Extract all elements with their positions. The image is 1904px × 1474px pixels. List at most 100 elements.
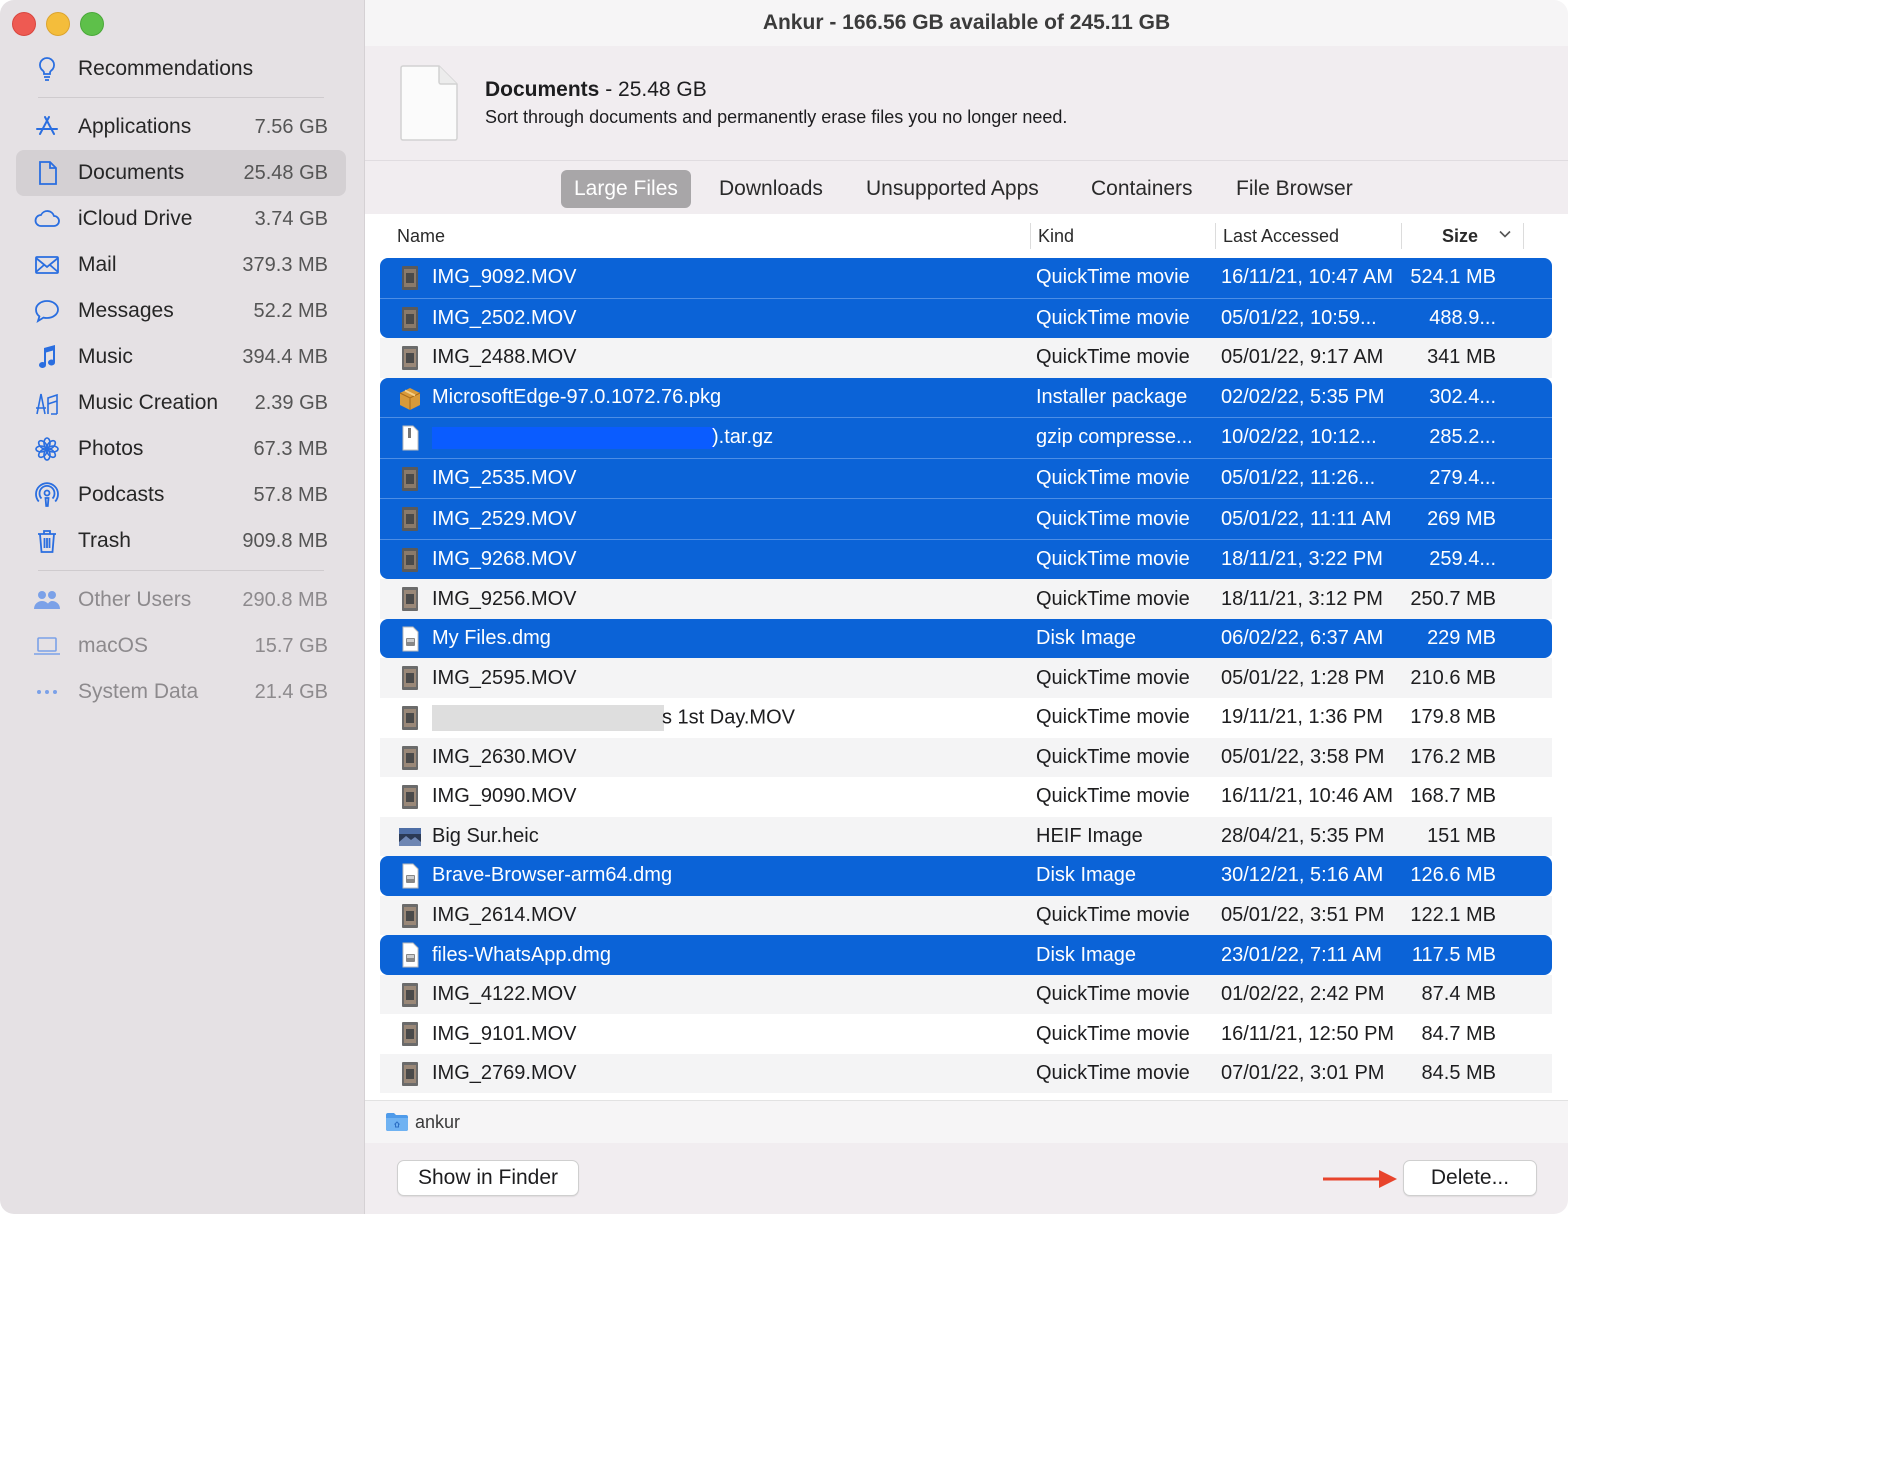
table-row[interactable]: IMG_2595.MOV QuickTime movie 05/01/22, 1:2… [380,658,1552,699]
column-header-name[interactable]: Name [397,226,445,247]
file-size: 259.4... [1429,548,1496,571]
tab-unsupported-apps[interactable]: Unsupported Apps [853,170,1052,208]
file-kind: QuickTime movie [1036,1062,1190,1085]
category-name: Documents [485,78,600,101]
photos-flower-icon [32,434,70,464]
laptop-icon [32,631,70,661]
file-name: IMG_2502.MOV [432,307,577,330]
file-kind: QuickTime movie [1036,785,1190,808]
sidebar-item-label: iCloud Drive [78,207,193,230]
column-divider[interactable] [1030,223,1031,249]
table-row[interactable]: IMG_2529.MOV QuickTime movie 05/01/22, 11:… [380,498,1552,539]
file-name: files-WhatsApp.dmg [432,944,611,967]
tab-file-browser[interactable]: File Browser [1223,170,1366,208]
sidebar-item-music-creation[interactable]: Music Creation 2.39 GB [16,380,346,426]
file-last-accessed: 05/01/22, 1:28 PM [1221,666,1385,689]
tab-large-files[interactable]: Large Files [561,170,691,208]
file-size: 524.1 MB [1410,266,1496,289]
table-row[interactable]: IMG_9092.MOV QuickTime movie 16/11/21, 10:… [380,258,1552,298]
table-row[interactable]: IMG_2630.MOV QuickTime movie 05/01/22, 3:5… [380,737,1552,778]
table-row[interactable]: Big Sur.heic HEIF Image 28/04/21, 5:35 PM 1… [380,816,1552,857]
table-row[interactable]: MicrosoftEdge-97.0.1072.76.pkg Installer … [380,377,1552,418]
sidebar-item-label: System Data [78,680,199,703]
sidebar-item-photos[interactable]: Photos 67.3 MB [16,426,346,472]
file-last-accessed: 23/01/22, 7:11 AM [1221,943,1382,966]
ellipsis-icon [32,677,70,707]
path-label[interactable]: ankur [415,1112,460,1133]
file-name-text: IMG_9256.MOV [432,587,577,610]
file-name: MicrosoftEdge-97.0.1072.76.pkg [432,386,721,409]
movie-thumbnail-icon [398,705,422,731]
show-in-finder-button[interactable]: Show in Finder [397,1160,579,1196]
sidebar-item-mail[interactable]: Mail 379.3 MB [16,242,346,288]
table-row[interactable]: IMG_9268.MOV QuickTime movie 18/11/21, 3:2… [380,538,1552,580]
movie-thumbnail-icon [398,265,422,291]
table-row[interactable]: files-WhatsApp.dmg Disk Image 23/01/22, 7:… [380,935,1552,975]
file-name-text: s 1st Day.MOV [662,706,795,729]
table-row[interactable]: Brave-Browser-arm64.dmg Disk Image 30/12/2… [380,856,1552,896]
column-header-size[interactable]: Size [1442,226,1478,247]
music-note-icon [32,342,70,372]
sidebar-item-messages[interactable]: Messages 52.2 MB [16,288,346,334]
table-row[interactable]: IMG_4122.MOV QuickTime movie 01/02/22, 2:4… [380,974,1552,1015]
disk-image-icon [398,863,422,889]
movie-thumbnail-icon [398,466,422,492]
sidebar-item-label: Photos [78,437,144,460]
movie-thumbnail-icon [398,1021,422,1047]
table-row[interactable]: IMG_2535.MOV QuickTime movie 05/01/22, 11:… [380,457,1552,499]
sidebar-item-label: Mail [78,253,117,276]
sidebar-item-size: 67.3 MB [253,437,328,460]
table-row[interactable]: My Files.dmg Disk Image 06/02/22, 6:37 AM 2… [380,618,1552,659]
file-last-accessed: 05/01/22, 11:26... [1221,467,1376,489]
minimize-window-button[interactable] [46,12,70,36]
movie-thumbnail-icon [398,345,422,371]
sidebar-item-other-users: Other Users 290.8 MB [16,577,346,623]
table-row[interactable]: IMG_2502.MOV QuickTime movie 05/01/22, 10:… [380,297,1552,339]
zoom-window-button[interactable] [80,12,104,36]
movie-thumbnail-icon [398,982,422,1008]
sidebar-item-applications[interactable]: Applications 7.56 GB [16,104,346,150]
close-window-button[interactable] [12,12,36,36]
table-row[interactable]: IMG_9090.MOV QuickTime movie 16/11/21, 10:… [380,777,1552,817]
tab-downloads[interactable]: Downloads [706,170,836,208]
file-kind: QuickTime movie [1036,266,1190,289]
music-creation-icon [32,388,70,418]
tab-containers[interactable]: Containers [1078,170,1206,208]
table-row[interactable]: IMG_2614.MOV QuickTime movie 05/01/22, 3:5… [380,895,1552,936]
sidebar-item-trash[interactable]: Trash 909.8 MB [16,518,346,564]
file-name-text: IMG_9268.MOV [432,548,577,571]
sidebar-item-documents[interactable]: Documents 25.48 GB [16,150,346,196]
table-row[interactable]: IMG_9256.MOV QuickTime movie 18/11/21, 3:1… [380,579,1552,619]
column-divider[interactable] [1401,223,1402,249]
file-name-text: IMG_2535.MOV [432,467,577,489]
sidebar-item-label: Other Users [78,588,192,611]
table-row[interactable]: IMG_2488.MOV QuickTime movie 05/01/22, 9:1… [380,338,1552,378]
file-kind: QuickTime movie [1036,346,1190,369]
sidebar-item-music[interactable]: Music 394.4 MB [16,334,346,380]
file-size: 176.2 MB [1410,745,1496,768]
sidebar-item-podcasts[interactable]: Podcasts 57.8 MB [16,472,346,518]
column-header-kind[interactable]: Kind [1038,226,1074,247]
sidebar-item-size: 15.7 GB [254,634,328,657]
column-header-last-accessed[interactable]: Last Accessed [1223,226,1339,247]
file-name: IMG_2769.MOV [432,1062,577,1085]
file-name-text: IMG_2595.MOV [432,666,577,689]
file-kind: Disk Image [1036,627,1137,650]
table-row[interactable]: IMG_2769.MOV QuickTime movie 07/01/22, 3:0… [380,1053,1552,1094]
table-row[interactable]: ).tar.gz gzip compresse... 10/02/22, 10:12… [380,417,1552,458]
column-divider[interactable] [1523,223,1524,249]
sidebar-item-size: 290.8 MB [242,588,328,611]
delete-button[interactable]: Delete... [1403,1160,1537,1196]
tab-bar: Large Files Downloads Unsupported Apps C… [365,161,1568,214]
sidebar-item-icloud-drive[interactable]: iCloud Drive 3.74 GB [16,196,346,242]
sidebar-item-label: Podcasts [78,483,165,506]
table-row[interactable]: s 1st Day.MOV QuickTime movie 19/11/21, 1:… [380,698,1552,738]
sidebar-divider [38,570,324,571]
column-divider[interactable] [1215,223,1216,249]
chevron-down-icon[interactable] [1498,227,1512,241]
file-last-accessed: 05/01/22, 9:17 AM [1221,346,1384,369]
sidebar-item-recommendations[interactable]: Recommendations [16,46,346,92]
table-row[interactable]: IMG_9101.MOV QuickTime movie 16/11/21, 12:… [380,1014,1552,1054]
movie-thumbnail-icon [398,784,422,810]
file-kind: HEIF Image [1036,824,1143,847]
